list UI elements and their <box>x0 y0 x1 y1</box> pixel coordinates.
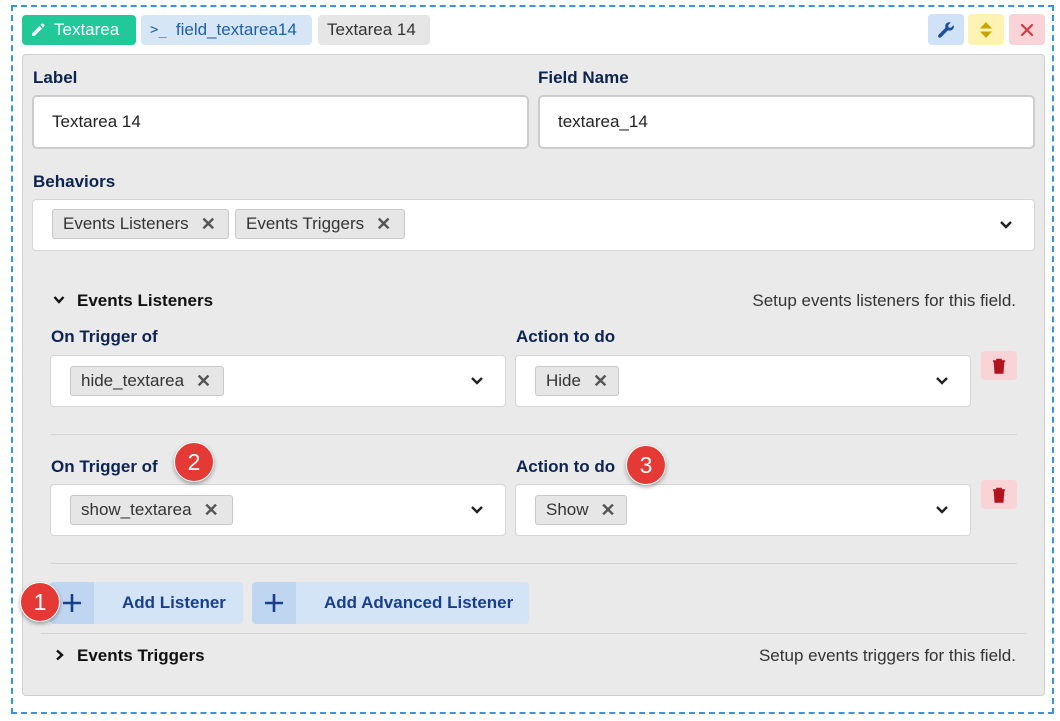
behavior-chip-label: Events Listeners <box>63 214 189 233</box>
settings-button[interactable] <box>928 14 964 45</box>
chevron-right-icon[interactable] <box>55 649 65 661</box>
trash-icon <box>993 487 1005 503</box>
field-type-label: Textarea <box>54 20 120 39</box>
delete-listener-button[interactable] <box>981 351 1017 380</box>
annotation-badge: 2 <box>174 442 214 482</box>
action-chip-label: Show <box>546 500 589 519</box>
add-listener-label: Add Listener <box>122 593 226 612</box>
label-field-label: Label <box>33 68 78 87</box>
chevron-down-icon[interactable] <box>935 505 949 515</box>
chevron-down-icon[interactable] <box>999 220 1013 230</box>
action-chip: Hide ✕ <box>535 366 619 396</box>
annotation-badge: 3 <box>626 445 666 485</box>
field-id-tag: >_ field_textarea14 <box>141 15 312 45</box>
behavior-chip: Events Triggers ✕ <box>235 209 405 239</box>
action-label: Action to do <box>516 457 616 476</box>
chevron-down-icon[interactable] <box>470 505 484 515</box>
events-listeners-toggle[interactable]: Events Listeners <box>77 291 213 311</box>
events-triggers-toggle[interactable]: Events Triggers <box>77 646 205 666</box>
row-divider <box>50 434 1017 435</box>
field-id-label: field_textarea14 <box>175 20 297 39</box>
events-listeners-description: Setup events listeners for this field. <box>752 291 1016 310</box>
trash-icon <box>993 358 1005 374</box>
move-button[interactable] <box>968 14 1004 45</box>
label-input[interactable]: Textarea 14 <box>32 95 529 149</box>
delete-listener-button[interactable] <box>981 480 1017 509</box>
action-chip: Show ✕ <box>535 495 627 525</box>
remove-chip-icon[interactable]: ✕ <box>601 500 616 521</box>
field-name-input[interactable]: textarea_14 <box>538 95 1035 149</box>
trigger-label: On Trigger of <box>51 457 158 476</box>
remove-chip-icon[interactable]: ✕ <box>196 371 211 392</box>
chevron-down-icon[interactable] <box>935 376 949 386</box>
remove-field-button[interactable] <box>1009 14 1045 45</box>
sort-icon <box>980 21 992 38</box>
action-label: Action to do <box>516 327 616 346</box>
field-name-field-label: Field Name <box>538 68 629 87</box>
events-triggers-description: Setup events triggers for this field. <box>758 646 1016 665</box>
field-type-tag: Textarea <box>22 15 136 45</box>
add-listener-button[interactable]: Add Listener <box>50 582 243 624</box>
row-divider <box>50 563 1017 564</box>
remove-chip-icon[interactable]: ✕ <box>204 500 219 521</box>
section-divider <box>41 633 1026 634</box>
plus-icon <box>252 582 296 624</box>
behavior-chip-label: Events Triggers <box>246 214 365 233</box>
annotation-badge: 1 <box>20 582 60 622</box>
add-advanced-listener-button[interactable]: Add Advanced Listener <box>252 582 529 624</box>
field-name-tag: Textarea 14 <box>318 15 430 45</box>
trigger-chip: show_textarea ✕ <box>70 495 233 525</box>
close-icon <box>1020 23 1034 36</box>
trigger-chip-label: hide_textarea <box>81 371 185 390</box>
behaviors-label: Behaviors <box>33 172 116 191</box>
action-chip-label: Hide <box>546 371 581 390</box>
trigger-chip-label: show_textarea <box>81 500 192 519</box>
remove-chip-icon[interactable]: ✕ <box>593 371 608 392</box>
remove-chip-icon[interactable]: ✕ <box>201 214 216 235</box>
trigger-label: On Trigger of <box>51 327 158 346</box>
chevron-down-icon[interactable] <box>470 376 484 386</box>
terminal-icon: >_ <box>150 22 167 38</box>
trigger-chip: hide_textarea ✕ <box>70 366 224 396</box>
chevron-down-icon[interactable] <box>53 295 65 305</box>
add-advanced-listener-label: Add Advanced Listener <box>324 593 514 612</box>
behavior-chip: Events Listeners ✕ <box>52 209 229 239</box>
wrench-icon <box>938 21 954 38</box>
field-name-label: Textarea 14 <box>327 20 416 39</box>
remove-chip-icon[interactable]: ✕ <box>376 214 391 235</box>
pencil-icon <box>32 23 45 36</box>
